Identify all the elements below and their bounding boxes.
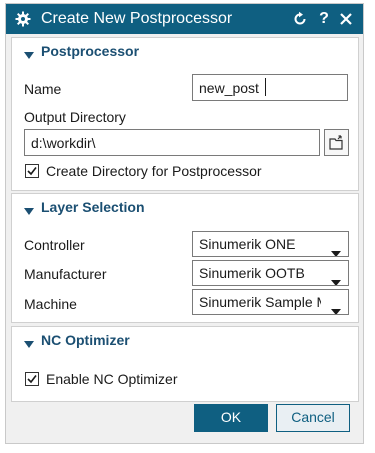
chevron-down-icon	[331, 241, 341, 256]
nc-optimizer-section: NC Optimizer Enable NC Optimizer	[11, 326, 359, 402]
enable-nc-optimizer-label: Enable NC Optimizer	[46, 371, 178, 387]
dialog-title: Create New Postprocessor	[41, 10, 233, 27]
nc-optimizer-section-header[interactable]: NC Optimizer	[12, 327, 358, 353]
cancel-button[interactable]: Cancel	[276, 404, 350, 432]
folder-browse-icon	[329, 135, 345, 156]
controller-select[interactable]: Sinumerik ONE	[192, 231, 349, 257]
chevron-down-icon	[331, 299, 341, 314]
chevron-down-icon	[331, 270, 341, 285]
manufacturer-select-value: Sinumerik OOTB	[199, 265, 305, 281]
help-button[interactable]: ?	[316, 11, 332, 27]
postprocessor-section-header[interactable]: Postprocessor	[12, 38, 358, 64]
checkmark-icon	[27, 375, 37, 384]
output-directory-label: Output Directory	[24, 109, 126, 125]
gear-icon	[15, 11, 31, 27]
reset-icon[interactable]	[292, 11, 308, 27]
text-caret	[265, 78, 266, 96]
checkmark-icon	[27, 167, 37, 176]
machine-select-value: Sinumerik Sample M	[199, 294, 321, 310]
nc-optimizer-section-title: NC Optimizer	[41, 332, 130, 348]
machine-label: Machine	[24, 296, 77, 312]
create-directory-checkbox[interactable]	[25, 164, 39, 178]
collapse-arrow-icon	[24, 47, 34, 59]
enable-nc-optimizer-checkbox[interactable]	[25, 372, 39, 386]
layer-selection-section-header[interactable]: Layer Selection	[12, 194, 358, 220]
machine-select[interactable]: Sinumerik Sample M	[192, 289, 349, 315]
controller-label: Controller	[24, 237, 85, 253]
collapse-arrow-icon	[24, 203, 34, 215]
postprocessor-section: Postprocessor Name Output Directory Crea…	[11, 37, 359, 191]
create-directory-label: Create Directory for Postprocessor	[46, 163, 262, 179]
controller-select-value: Sinumerik ONE	[199, 236, 296, 252]
browse-button[interactable]	[324, 129, 349, 156]
layer-selection-section: Layer Selection Controller Sinumerik ONE…	[11, 193, 359, 323]
name-label: Name	[24, 81, 62, 97]
collapse-arrow-icon	[24, 336, 34, 348]
manufacturer-select[interactable]: Sinumerik OOTB	[192, 260, 349, 286]
create-postprocessor-dialog: Create New Postprocessor ? Postprocessor…	[5, 3, 364, 444]
title-bar[interactable]: Create New Postprocessor ?	[6, 4, 363, 34]
output-directory-input[interactable]	[24, 129, 320, 156]
ok-button[interactable]: OK	[194, 404, 268, 432]
manufacturer-label: Manufacturer	[24, 266, 107, 282]
postprocessor-section-title: Postprocessor	[41, 43, 140, 59]
name-input[interactable]	[192, 74, 348, 101]
layer-selection-section-title: Layer Selection	[41, 199, 145, 215]
close-icon[interactable]	[338, 11, 354, 27]
